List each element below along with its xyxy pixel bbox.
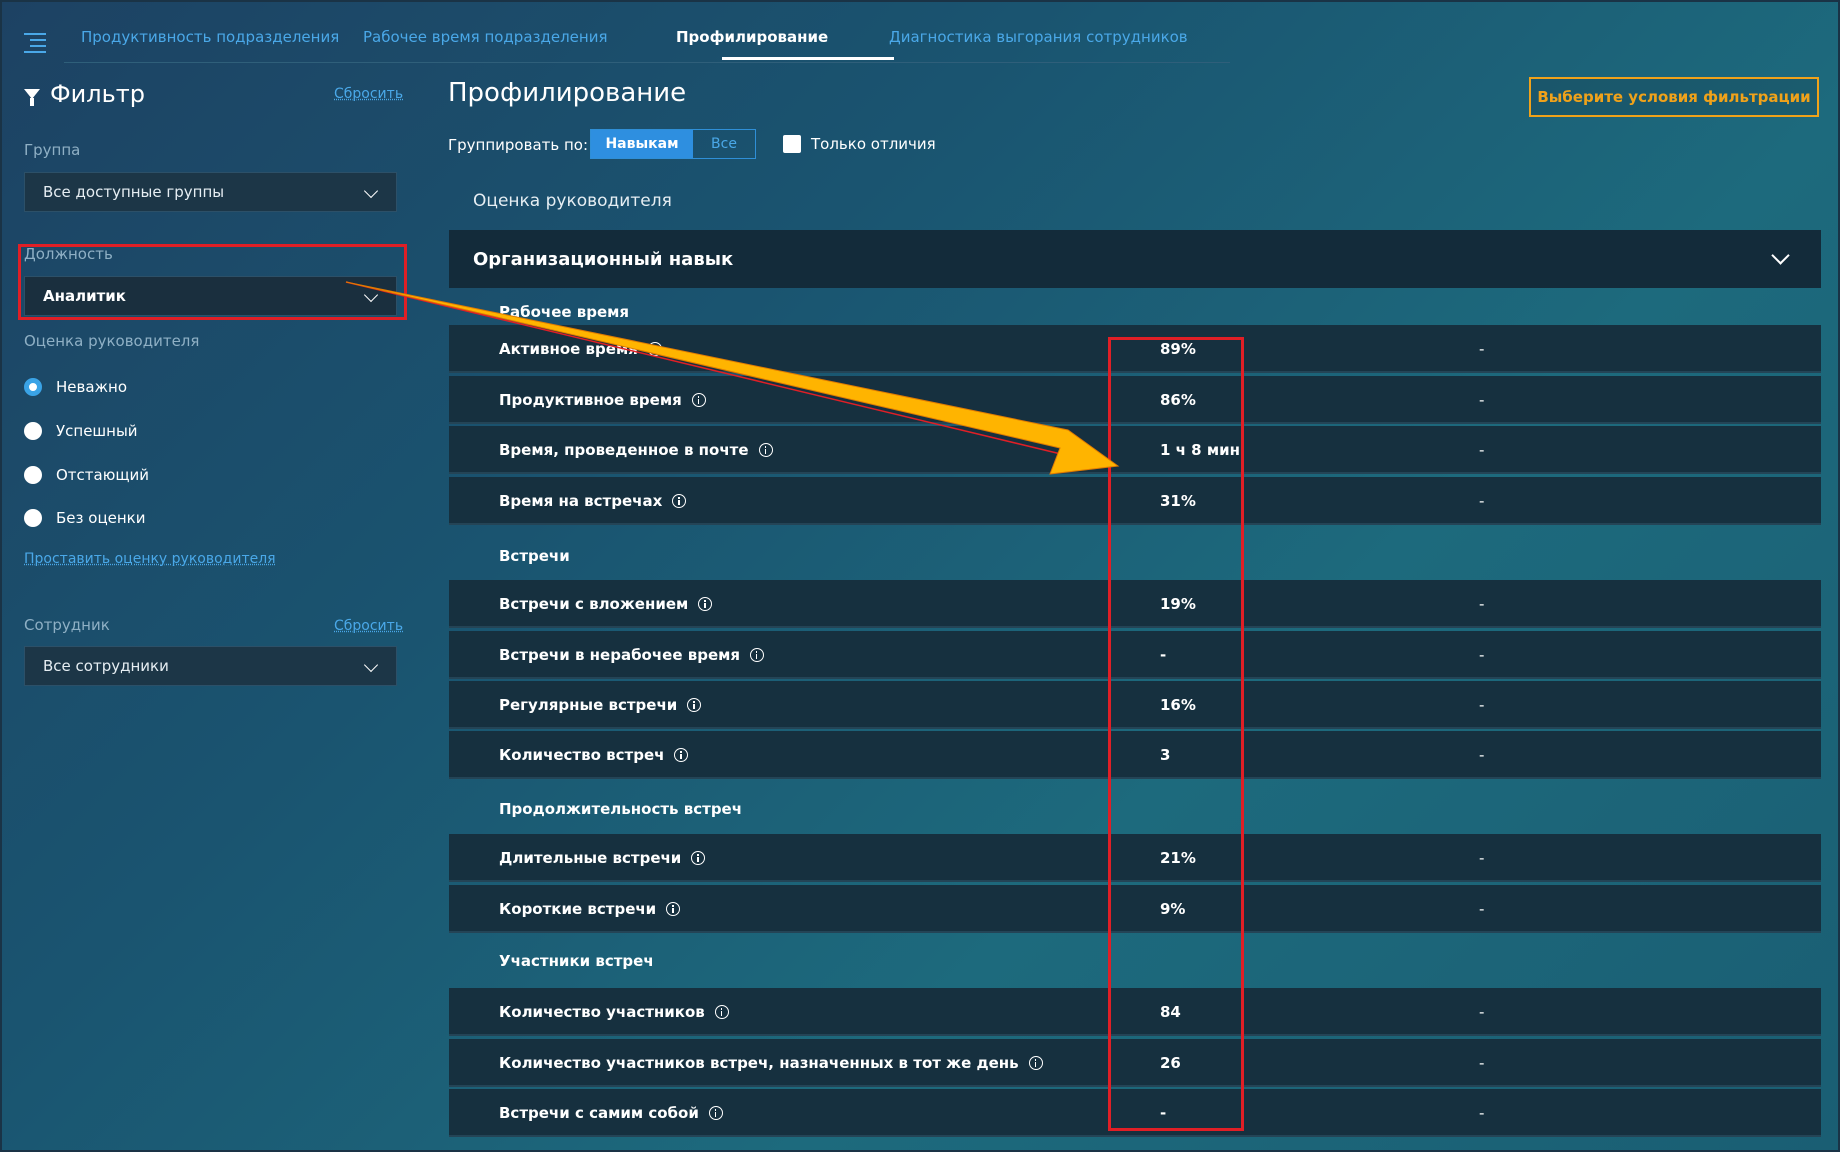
annotation-arrow: [345, 281, 1120, 475]
